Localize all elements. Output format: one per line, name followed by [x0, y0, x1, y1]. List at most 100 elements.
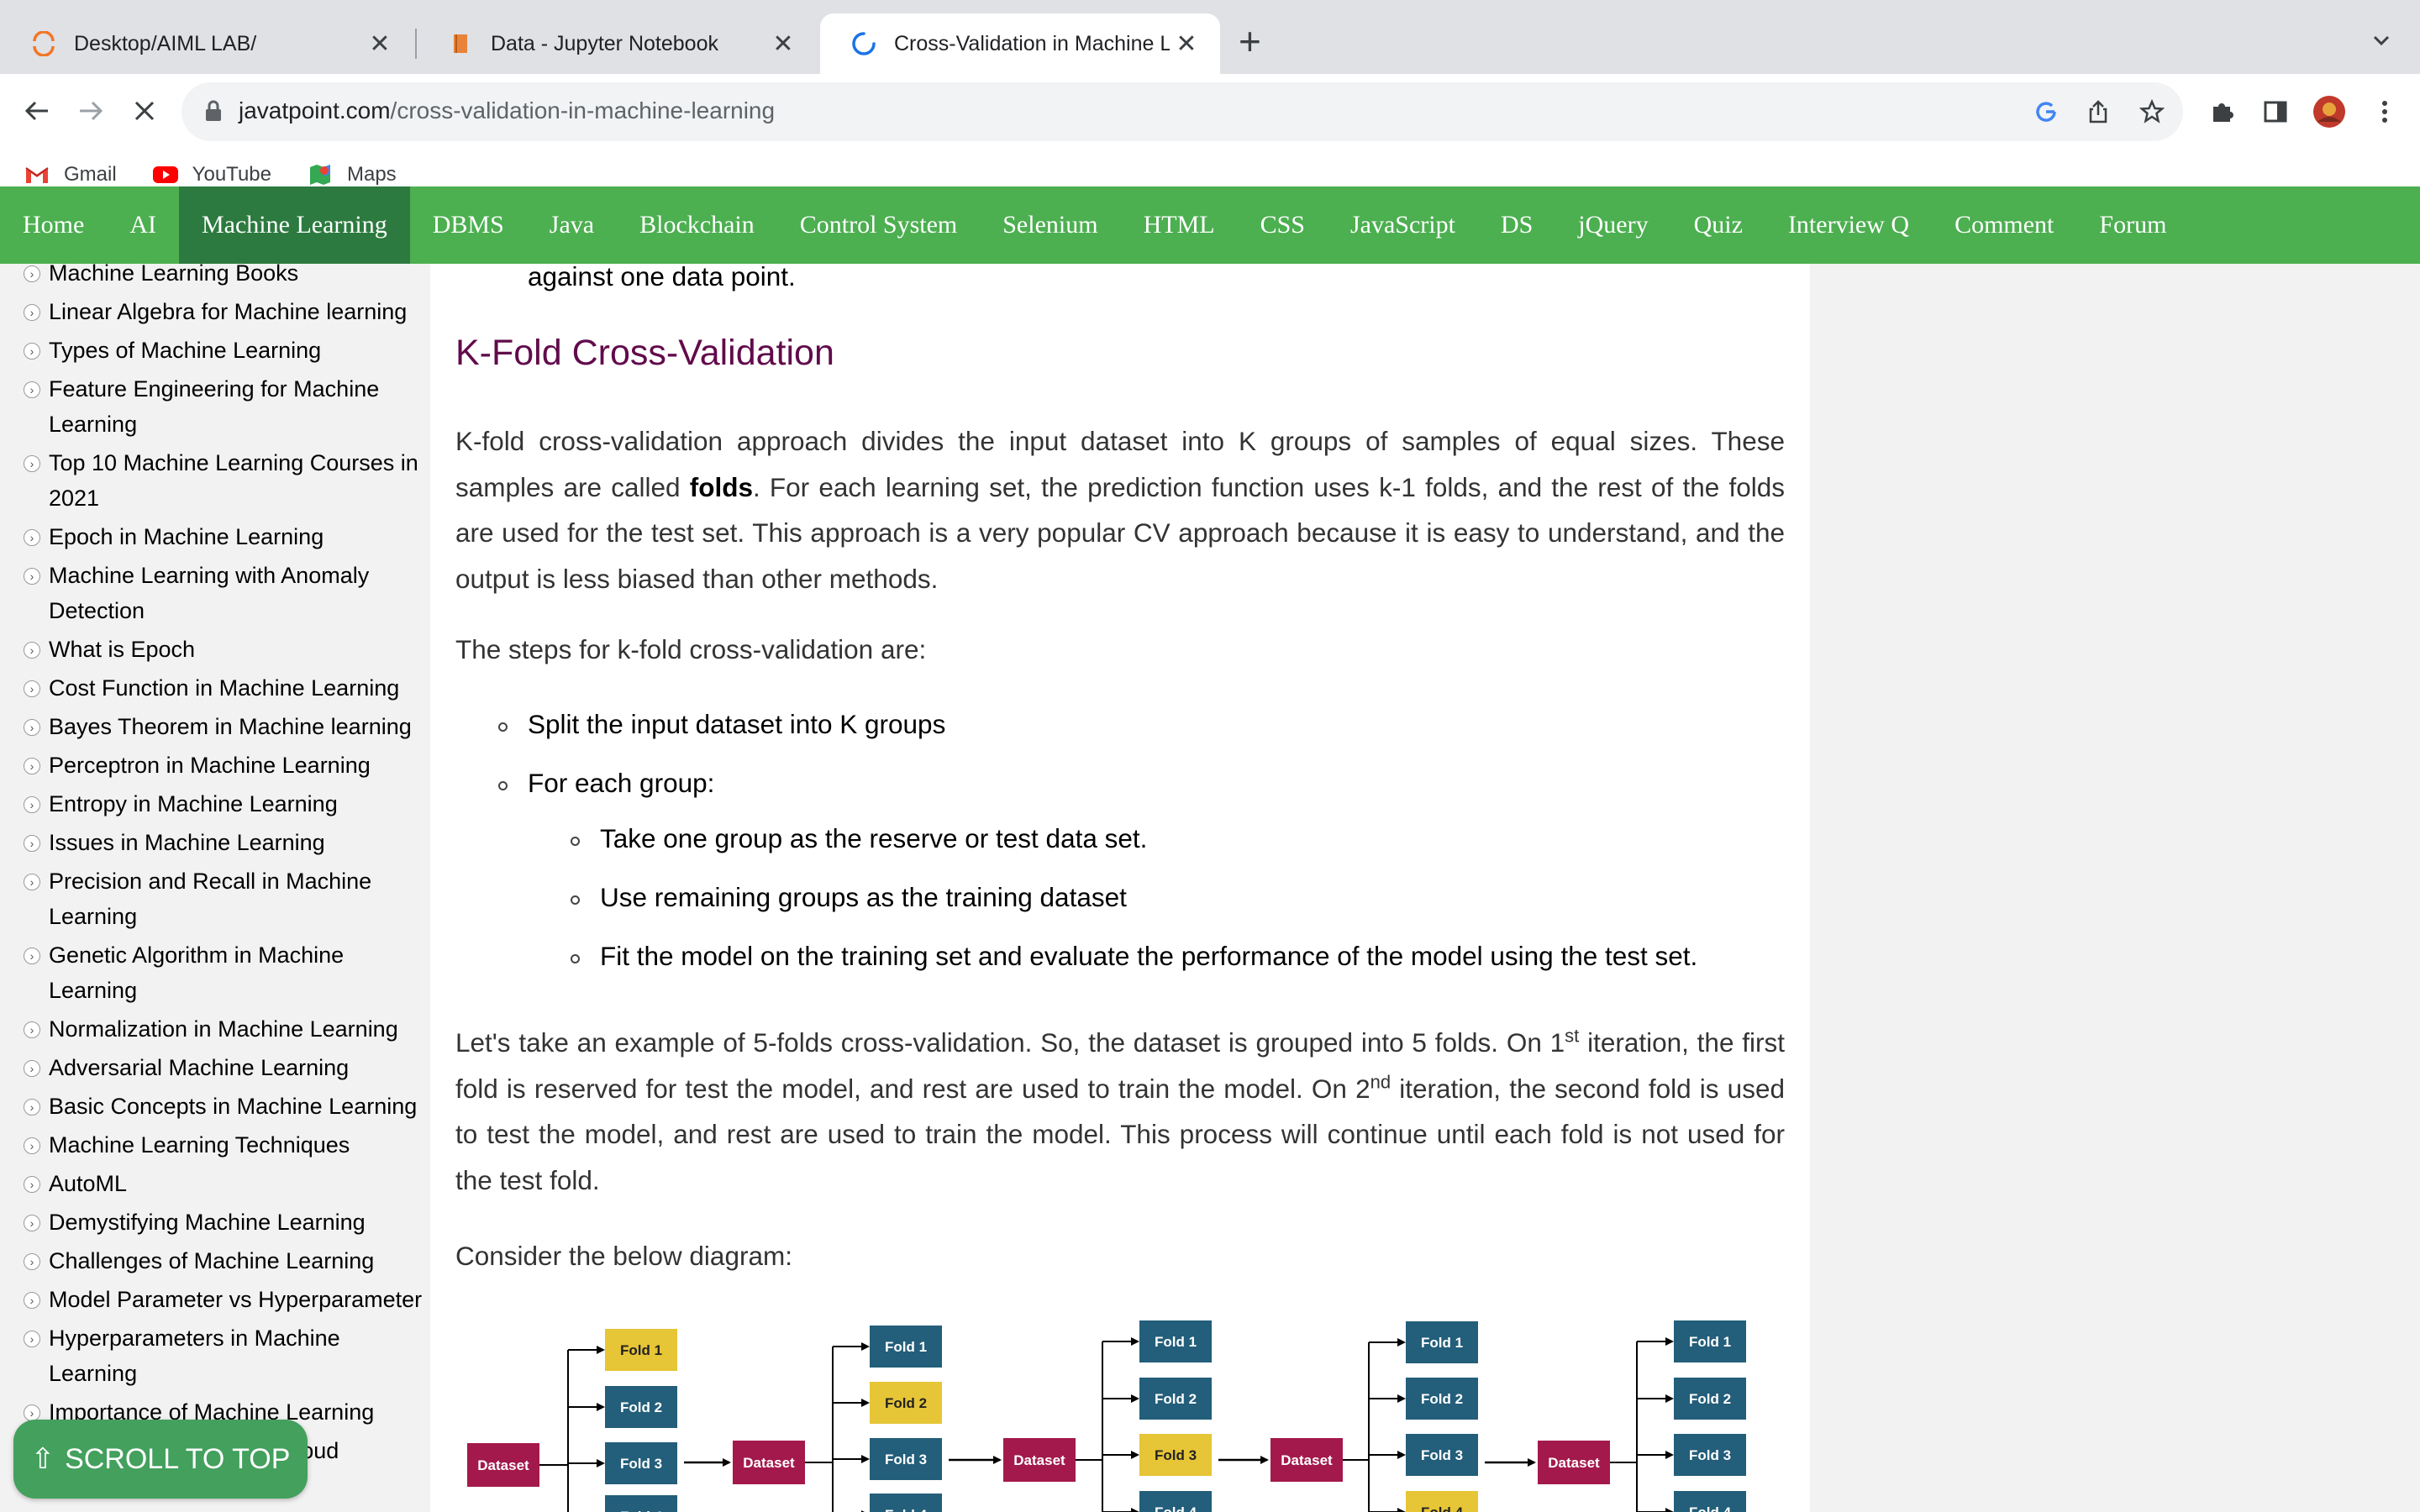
- sidebar-link[interactable]: › Issues in Machine Learning: [24, 825, 430, 860]
- sidebar-link[interactable]: › Bayes Theorem in Machine learning: [24, 709, 430, 744]
- sidebar-link-label: Top 10 Machine Learning Courses in 2021: [49, 450, 418, 511]
- nav-item-dbms[interactable]: DBMS: [410, 186, 527, 264]
- section-heading: K-Fold Cross-Validation: [455, 333, 834, 373]
- sidebar-link[interactable]: › Linear Algebra for Machine learning: [24, 294, 430, 329]
- sidebar-link[interactable]: › Machine Learning with Anomaly Detection: [24, 558, 430, 628]
- fold-box-label: Fold 2: [885, 1395, 927, 1411]
- sidebar-link[interactable]: › Normalization in Machine Learning: [24, 1011, 430, 1047]
- arrow-circle-icon: ›: [24, 304, 40, 321]
- tab-title: Desktop/AIML LAB/: [74, 31, 257, 55]
- sidebar-link[interactable]: › Cost Function in Machine Learning: [24, 670, 430, 706]
- nav-item-comment[interactable]: Comment: [1932, 186, 2076, 264]
- nav-item-selenium[interactable]: Selenium: [980, 186, 1120, 264]
- share-icon[interactable]: [2082, 96, 2114, 128]
- sidebar-link-label: Challenges of Machine Learning: [49, 1248, 375, 1273]
- sidebar-link[interactable]: › Hyperparameters in Machine Learning: [24, 1320, 430, 1391]
- bookmark-youtube[interactable]: YouTube: [152, 161, 271, 188]
- sidebar-link[interactable]: › Entropy in Machine Learning: [24, 786, 430, 822]
- sidebar: › Machine Learning Books › Linear Algebra f…: [0, 264, 430, 1512]
- sub-list-item: Fit the model on the training set and ev…: [600, 941, 1698, 971]
- tab-search-chevron-icon[interactable]: [2366, 25, 2396, 55]
- sidebar-link-label: Epoch in Machine Learning: [49, 524, 324, 549]
- nav-item-quiz[interactable]: Quiz: [1671, 186, 1765, 264]
- scroll-to-top-button[interactable]: ⇧ SCROLL TO TOP: [13, 1420, 308, 1499]
- back-icon[interactable]: [18, 92, 55, 129]
- arrow-circle-icon: ›: [24, 1060, 40, 1077]
- side-panel-icon[interactable]: [2259, 82, 2292, 141]
- sidebar-link-label: Bayes Theorem in Machine learning: [49, 714, 412, 739]
- lock-icon[interactable]: [203, 99, 224, 127]
- nav-item-ai[interactable]: AI: [107, 186, 179, 264]
- sub-list-item: Use remaining groups as the training dat…: [600, 882, 1127, 912]
- fold-box-label: Fold 3: [885, 1452, 927, 1467]
- nav-item-ds[interactable]: DS: [1478, 186, 1555, 264]
- sidebar-link-label: Genetic Algorithm in Machine Learning: [49, 942, 345, 1003]
- sidebar-link[interactable]: › Challenges of Machine Learning: [24, 1243, 430, 1278]
- sidebar-link[interactable]: › Types of Machine Learning: [24, 333, 430, 368]
- sidebar-link[interactable]: › Adversarial Machine Learning: [24, 1050, 430, 1085]
- bookmark-maps[interactable]: Maps: [307, 161, 397, 188]
- nav-item-forum[interactable]: Forum: [2076, 186, 2189, 264]
- url-text: javatpoint.com/cross-validation-in-machi…: [239, 97, 775, 124]
- sidebar-link[interactable]: › What is Epoch: [24, 632, 430, 667]
- forward-icon[interactable]: [72, 92, 109, 129]
- extensions-puzzle-icon[interactable]: [2205, 82, 2238, 141]
- sidebar-link[interactable]: › Machine Learning Books: [24, 264, 430, 291]
- nav-item-interview-q[interactable]: Interview Q: [1765, 186, 1932, 264]
- arrow-circle-icon: ›: [24, 529, 40, 546]
- nav-item-css[interactable]: CSS: [1238, 186, 1328, 264]
- arrow-circle-icon: ›: [24, 568, 40, 585]
- sidebar-link[interactable]: › Machine Learning Techniques: [24, 1127, 430, 1163]
- dataset-box-label: Dataset: [477, 1457, 529, 1473]
- bookmark-gmail[interactable]: Gmail: [24, 161, 117, 188]
- tab-strip: Desktop/AIML LAB/ ✕ Data - Jupyter Noteb…: [0, 0, 2420, 74]
- close-tab-icon[interactable]: ✕: [363, 29, 397, 59]
- dataset-box-label: Dataset: [743, 1455, 795, 1471]
- list-item: Split the input dataset into K groups: [528, 709, 946, 739]
- tab-title: Data - Jupyter Notebook: [491, 31, 718, 55]
- bookmark-label: Gmail: [64, 163, 117, 186]
- tab-cross-validation[interactable]: Cross-Validation in Machine Le ✕: [820, 13, 1220, 74]
- nav-item-machine-learning[interactable]: Machine Learning: [178, 186, 410, 264]
- bullet-icon: [498, 781, 508, 790]
- google-icon[interactable]: [2030, 96, 2062, 128]
- url-path: /cross-validation-in-machine-learning: [390, 97, 776, 123]
- sidebar-link[interactable]: › Precision and Recall in Machine Learnin…: [24, 864, 430, 934]
- sidebar-link-label: Demystifying Machine Learning: [49, 1210, 366, 1235]
- close-tab-icon[interactable]: ✕: [766, 29, 800, 59]
- fold-box-label: Fold 3: [1155, 1447, 1197, 1463]
- sidebar-link[interactable]: › Perceptron in Machine Learning: [24, 748, 430, 783]
- sidebar-link[interactable]: › Epoch in Machine Learning: [24, 519, 430, 554]
- bookmark-star-icon[interactable]: [2136, 96, 2168, 128]
- sidebar-link-label: Machine Learning with Anomaly Detection: [49, 563, 370, 623]
- nav-item-java[interactable]: Java: [527, 186, 617, 264]
- nav-item-html[interactable]: HTML: [1121, 186, 1238, 264]
- profile-avatar[interactable]: [2312, 82, 2346, 141]
- sidebar-link[interactable]: › Basic Concepts in Machine Learning: [24, 1089, 430, 1124]
- nav-item-control-system[interactable]: Control System: [777, 186, 981, 264]
- tab-jupyter-notebook[interactable]: Data - Jupyter Notebook ✕: [417, 13, 817, 74]
- arrow-circle-icon: ›: [24, 381, 40, 398]
- close-tab-icon[interactable]: ✕: [1170, 29, 1203, 59]
- sidebar-link[interactable]: › Feature Engineering for Machine Learnin…: [24, 371, 430, 442]
- address-bar[interactable]: javatpoint.com/cross-validation-in-machi…: [182, 82, 2183, 141]
- bullet-icon: [498, 722, 508, 732]
- nav-item-jquery[interactable]: jQuery: [1555, 186, 1670, 264]
- arrow-circle-icon: ›: [24, 796, 40, 813]
- stop-loading-icon[interactable]: [126, 92, 163, 129]
- new-tab-icon[interactable]: +: [1239, 22, 1261, 60]
- more-menu-icon[interactable]: [2368, 82, 2402, 141]
- article-content: against one data point. K-Fold Cross-Val…: [430, 264, 1810, 1512]
- sidebar-link[interactable]: › Demystifying Machine Learning: [24, 1205, 430, 1240]
- sidebar-link[interactable]: › AutoML: [24, 1166, 430, 1201]
- fold-box-label: Fold 1: [885, 1339, 927, 1355]
- nav-item-javascript[interactable]: JavaScript: [1328, 186, 1478, 264]
- nav-item-home[interactable]: Home: [0, 186, 107, 264]
- nav-item-blockchain[interactable]: Blockchain: [617, 186, 777, 264]
- tab-desktop-aiml[interactable]: Desktop/AIML LAB/ ✕: [0, 13, 413, 74]
- sidebar-link[interactable]: › Genetic Algorithm in Machine Learning: [24, 937, 430, 1008]
- sidebar-link-label: Issues in Machine Learning: [49, 830, 325, 855]
- sidebar-link[interactable]: › Top 10 Machine Learning Courses in 2021: [24, 445, 430, 516]
- sidebar-link[interactable]: › Model Parameter vs Hyperparameter: [24, 1282, 430, 1317]
- sidebar-link-label: Normalization in Machine Learning: [49, 1016, 398, 1042]
